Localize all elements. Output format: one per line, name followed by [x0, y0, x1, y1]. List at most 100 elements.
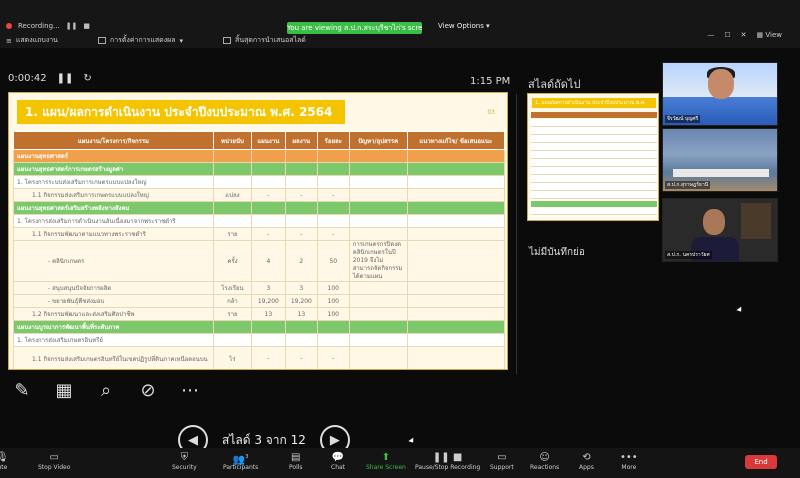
table-row: - สนุบสนุนปัจจัยการผลิต โรงเรียน 3 3 100 — [13, 281, 506, 295]
display-settings-button[interactable]: การตั้งค่าการแสดงผล ▾ — [97, 35, 183, 46]
background-shelf — [741, 203, 771, 239]
table-cell — [348, 214, 408, 228]
maximize-icon[interactable]: ☐ — [724, 31, 730, 39]
table-cell: การเกษตรกรปิดงดคลินิกเกษตรในปี 2019 จึงไ… — [348, 240, 408, 282]
table-cell — [348, 175, 408, 189]
share-screen-button[interactable]: ⬆ Share Screen — [366, 451, 406, 471]
next-slide-table-band — [531, 201, 657, 207]
stop-video-label: Stop Video — [38, 464, 71, 471]
table-cell: 100 — [316, 294, 350, 308]
table-cell: 1. โครงการส่งเสริมการดำเนินงานอันเนื่องม… — [13, 214, 214, 228]
view-button[interactable]: ▦ View — [757, 31, 782, 39]
current-slide[interactable]: 1. แผน/ผลการดำเนินงาน ประจำปีงบประมาณ พ.… — [8, 92, 508, 370]
display-settings-icon — [97, 37, 106, 44]
security-label: Security — [172, 464, 197, 471]
pause-stop-recording-label: Pause/Stop Recording — [415, 464, 481, 471]
slide-counter: สไลด์ 3 จาก 12 — [222, 432, 306, 447]
table-cell: - — [284, 227, 318, 241]
table-cell — [250, 214, 286, 228]
table-cell: 13 — [284, 307, 318, 321]
view-options-button[interactable]: View Options ▾ — [438, 22, 490, 30]
more-options-icon[interactable]: ⋯ — [178, 378, 202, 402]
participants-label: Participants — [223, 464, 259, 471]
end-meeting-button[interactable]: End — [745, 455, 777, 469]
table-cell — [348, 333, 408, 347]
table-cell — [316, 175, 350, 189]
table-row: 1.2 กิจกรรมพัฒนาและส่งเสริมศิลปาชีพ ราย 13… — [13, 307, 506, 321]
participant-video-1[interactable]: จีรวัฒน์ บุญศรี — [662, 62, 778, 126]
table-cell — [284, 175, 318, 189]
restart-timer-icon[interactable]: ↻ — [83, 73, 91, 84]
more-button[interactable]: ••• More — [620, 451, 638, 471]
stop-video-button[interactable]: ▭ Stop Video — [38, 451, 70, 471]
elapsed-time: 0:00:42 — [8, 73, 47, 84]
end-slideshow-button[interactable]: สิ้นสุดการนำเสนอสไลด์ — [223, 35, 306, 46]
table-row: 1. โครงการส่งเสริมเกษตรอินทรีย์ — [13, 333, 506, 347]
reactions-button[interactable]: ☺ Reactions — [530, 451, 559, 471]
elapsed-timer: 0:00:42 ❚❚ ↻ — [8, 73, 92, 84]
table-cell — [212, 149, 252, 163]
display-settings-label: การตั้งค่าการแสดงผล — [109, 36, 176, 44]
taskbar-icon: ≡ — [6, 36, 12, 45]
next-slide-title: 1. แผน/ผลการดำเนินงาน ประจำปีงบประมาณ พ.… — [532, 98, 656, 108]
participants-button[interactable]: 👥3 Participants — [223, 451, 258, 471]
table-cell: - — [316, 346, 350, 369]
share-banner: You are viewing ส.ป.ก.สระบุรีชาไก่'s scr… — [287, 22, 422, 34]
pause-stop-recording-button[interactable]: ❚❚ ■ Pause/Stop Recording — [415, 451, 480, 471]
participant-name: ส.ป.ก. นครปราวัยศ — [665, 251, 712, 259]
chat-button[interactable]: 💬 Chat — [331, 451, 345, 471]
pause-recording-icon[interactable]: ❚❚ — [66, 22, 78, 30]
table-row: - ขยายพันธุ์พืชส่งมอบ กล้า 19,200 19,200 100 — [13, 294, 506, 308]
table-cell — [406, 281, 506, 295]
record-icon: ❚❚ ■ — [432, 452, 463, 463]
zoom-icon[interactable]: ⌕ — [94, 378, 118, 402]
table-cell — [406, 294, 506, 308]
table-cell: 4 — [250, 240, 286, 282]
black-screen-icon[interactable]: ⊘ — [136, 378, 160, 402]
show-taskbar-button[interactable]: ≡ แสดงแถบงาน — [6, 35, 58, 46]
table-cell: - สนุบสนุนปัจจัยการผลิต — [13, 281, 214, 295]
meeting-controls-bar: 🎙 ute ▭ Stop Video ⛨ Security 👥3 Partici… — [0, 448, 800, 478]
view-options-label: View Options — [438, 22, 484, 30]
apps-icon: ⟲ — [582, 452, 591, 463]
close-icon[interactable]: ✕ — [741, 31, 747, 39]
table-cell — [348, 307, 408, 321]
next-slide-thumbnail[interactable]: 1. แผน/ผลการดำเนินงาน ประจำปีงบประมาณ พ.… — [527, 93, 659, 221]
pen-icon[interactable]: ✎ — [10, 378, 34, 402]
table-cell: แผนงานยุทธศาสตร์เสริมสร้างพลังทางสังคม — [13, 201, 214, 215]
table-header-cell: ปัญหา/อุปสรรค — [348, 131, 408, 150]
mute-button[interactable]: 🎙 ute — [0, 451, 9, 471]
pause-timer-icon[interactable]: ❚❚ — [57, 73, 74, 84]
table-header-cell: ผลงาน — [284, 131, 318, 150]
slide-title: 1. แผน/ผลการดำเนินงาน ประจำปีงบประมาณ พ.… — [17, 100, 345, 124]
participant-video-2[interactable]: ส.ป.ก.สุราษฎร์ธานี — [662, 128, 778, 192]
table-cell: แผนงานบูรณาการพัฒนาพื้นที่ระดับภาค — [13, 320, 214, 334]
minimize-icon[interactable]: — — [707, 31, 714, 39]
table-cell — [250, 149, 286, 163]
table-cell: 100 — [316, 307, 350, 321]
table-cell — [316, 333, 350, 347]
table-cell — [406, 240, 506, 282]
participant-video-3[interactable]: ส.ป.ก. นครปราวัยศ — [662, 198, 778, 262]
table-row: แผนงานยุทธศาสตร์การเกษตรสร้างมูลค่า — [13, 162, 506, 176]
table-cell: โรงเรียน — [212, 281, 252, 295]
table-header-cell: แผนงาน/โครงการ/กิจกรรม — [13, 131, 214, 150]
security-button[interactable]: ⛨ Security — [172, 451, 197, 471]
all-slides-icon[interactable]: ▦ — [52, 378, 76, 402]
apps-button[interactable]: ⟲ Apps — [579, 451, 594, 471]
table-cell: 19,200 — [250, 294, 286, 308]
table-cell: - ขยายพันธุ์พืชส่งมอบ — [13, 294, 214, 308]
support-button[interactable]: ▭ Support — [490, 451, 514, 471]
table-cell — [250, 175, 286, 189]
mute-label: ute — [0, 464, 8, 471]
table-cell — [348, 188, 408, 202]
polls-button[interactable]: ▤ Polls — [289, 451, 303, 471]
more-label: More — [621, 464, 637, 471]
table-cell: - — [284, 188, 318, 202]
table-cell: - — [316, 188, 350, 202]
table-cell: - — [316, 227, 350, 241]
stop-recording-icon[interactable]: ■ — [83, 22, 90, 30]
recording-dot-icon — [6, 23, 12, 29]
shield-icon: ⛨ — [180, 452, 189, 463]
table-row: 1. โครงการส่งเสริมการดำเนินงานอันเนื่องม… — [13, 214, 506, 228]
